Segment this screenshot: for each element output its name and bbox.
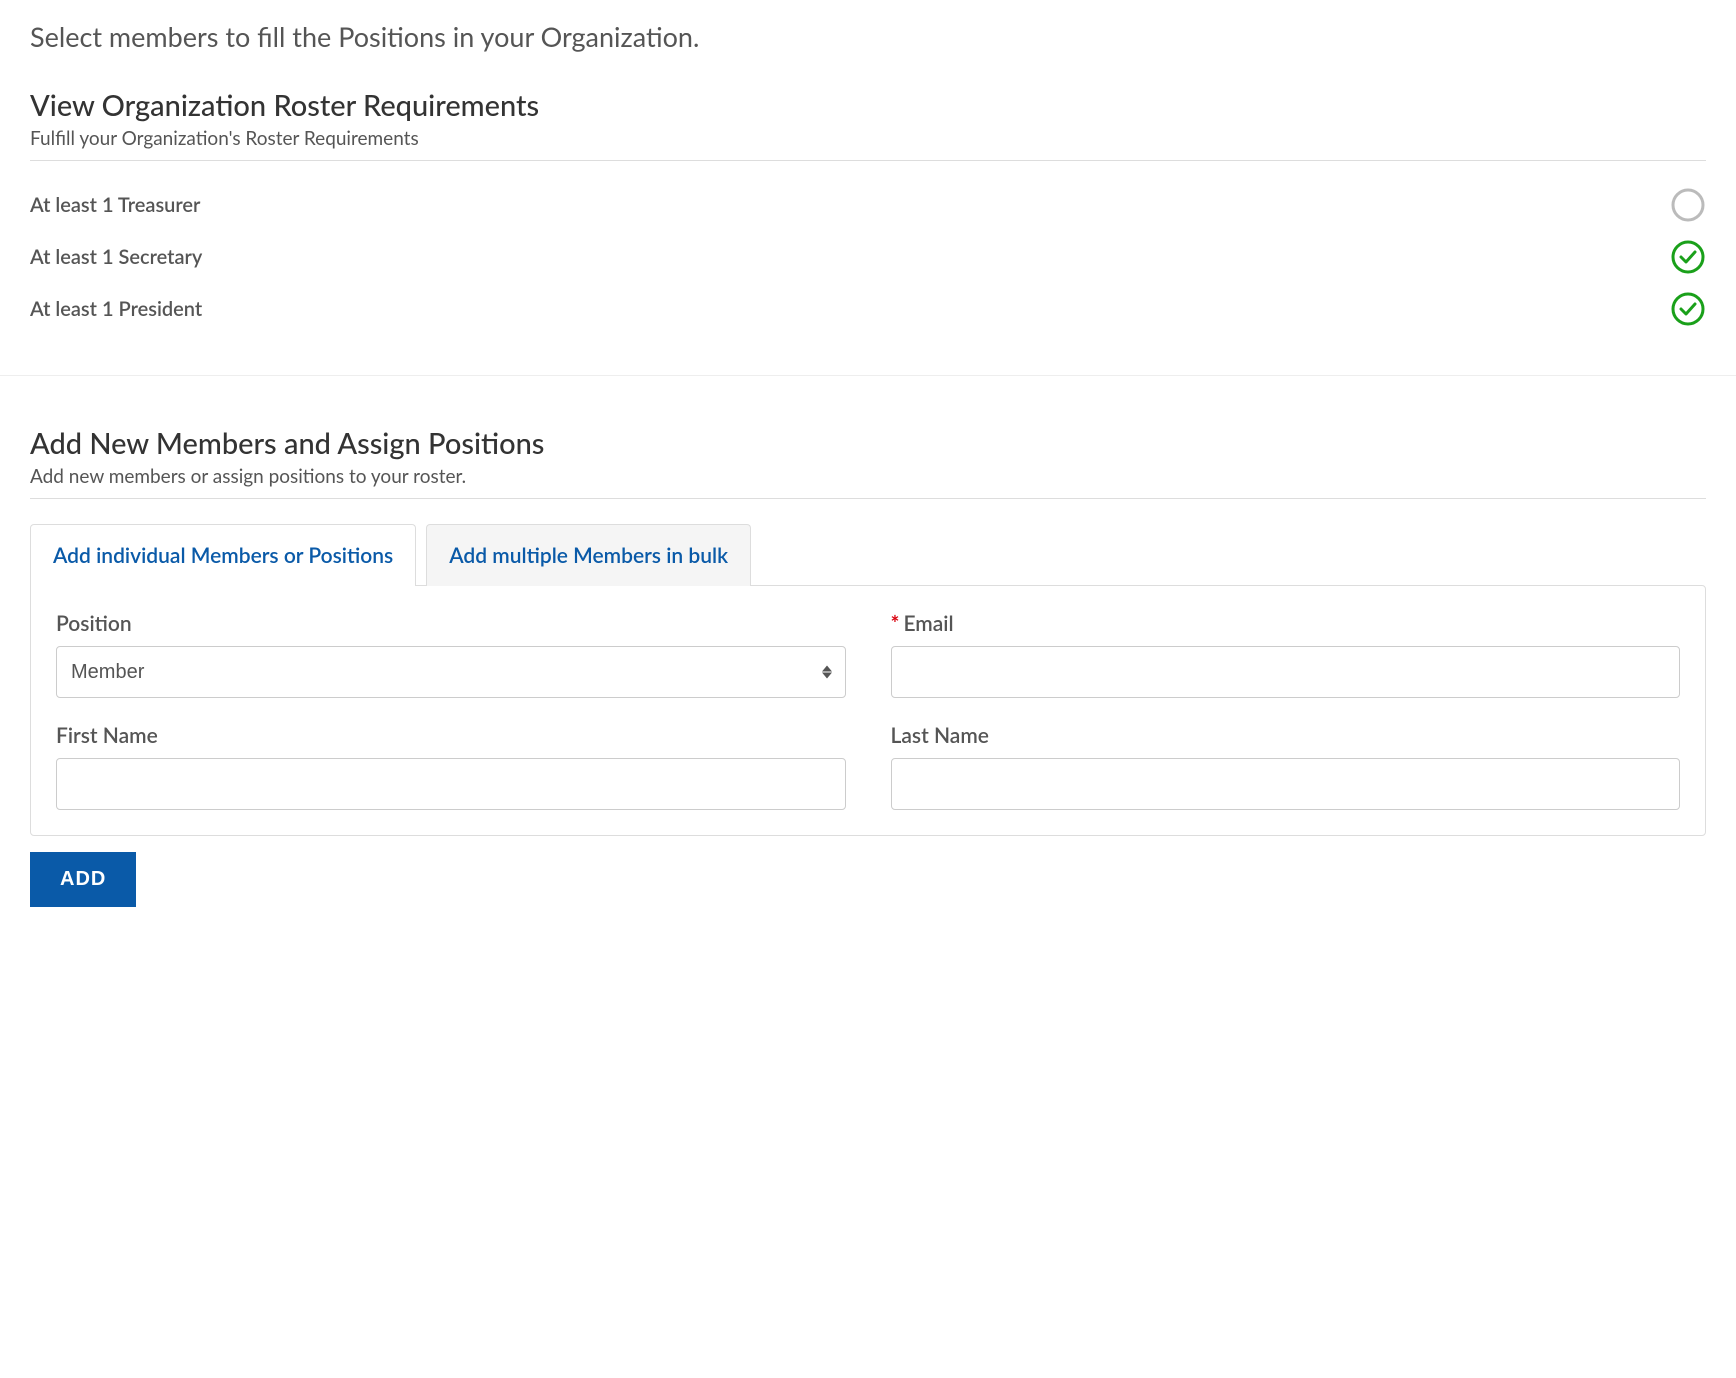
tab-panel-individual: Position Member *Email Fi (30, 585, 1706, 836)
position-select-wrapper: Member (56, 646, 846, 698)
email-label: *Email (891, 611, 1681, 636)
add-members-header: Add New Members and Assign Positions Add… (30, 426, 1706, 499)
add-members-title: Add New Members and Assign Positions (30, 426, 1706, 461)
status-complete-icon (1670, 239, 1706, 275)
last-name-input[interactable] (891, 758, 1681, 810)
add-members-section: Add New Members and Assign Positions Add… (30, 426, 1706, 907)
email-input[interactable] (891, 646, 1681, 698)
email-field: *Email (891, 611, 1681, 698)
status-complete-icon (1670, 291, 1706, 327)
requirement-label: At least 1 President (30, 297, 202, 321)
roster-requirements-subtitle: Fulfill your Organization's Roster Requi… (30, 127, 1706, 150)
tab-individual[interactable]: Add individual Members or Positions (30, 524, 416, 586)
last-name-field: Last Name (891, 723, 1681, 810)
roster-requirements-header: View Organization Roster Requirements Fu… (30, 88, 1706, 161)
email-label-text: Email (903, 611, 953, 636)
requirement-row-president: At least 1 President (30, 283, 1706, 335)
tabs: Add individual Members or Positions Add … (30, 524, 1706, 586)
first-name-input[interactable] (56, 758, 846, 810)
position-label: Position (56, 611, 846, 636)
required-mark: * (891, 611, 900, 636)
form-grid: Position Member *Email Fi (56, 611, 1680, 810)
requirements-list: At least 1 Treasurer At least 1 Secretar… (30, 179, 1706, 335)
add-members-subtitle: Add new members or assign positions to y… (30, 465, 1706, 488)
status-incomplete-icon (1670, 187, 1706, 223)
roster-requirements-section: View Organization Roster Requirements Fu… (30, 88, 1706, 335)
position-select[interactable]: Member (56, 646, 846, 698)
add-button[interactable]: ADD (30, 852, 136, 907)
requirement-row-secretary: At least 1 Secretary (30, 231, 1706, 283)
tab-bulk[interactable]: Add multiple Members in bulk (426, 524, 751, 586)
page-subtitle: Select members to fill the Positions in … (30, 20, 1706, 53)
last-name-label: Last Name (891, 723, 1681, 748)
first-name-field: First Name (56, 723, 846, 810)
roster-requirements-title: View Organization Roster Requirements (30, 88, 1706, 123)
requirement-row-treasurer: At least 1 Treasurer (30, 179, 1706, 231)
section-divider (0, 375, 1736, 376)
position-field: Position Member (56, 611, 846, 698)
first-name-label: First Name (56, 723, 846, 748)
requirement-label: At least 1 Treasurer (30, 193, 200, 217)
requirement-label: At least 1 Secretary (30, 245, 202, 269)
